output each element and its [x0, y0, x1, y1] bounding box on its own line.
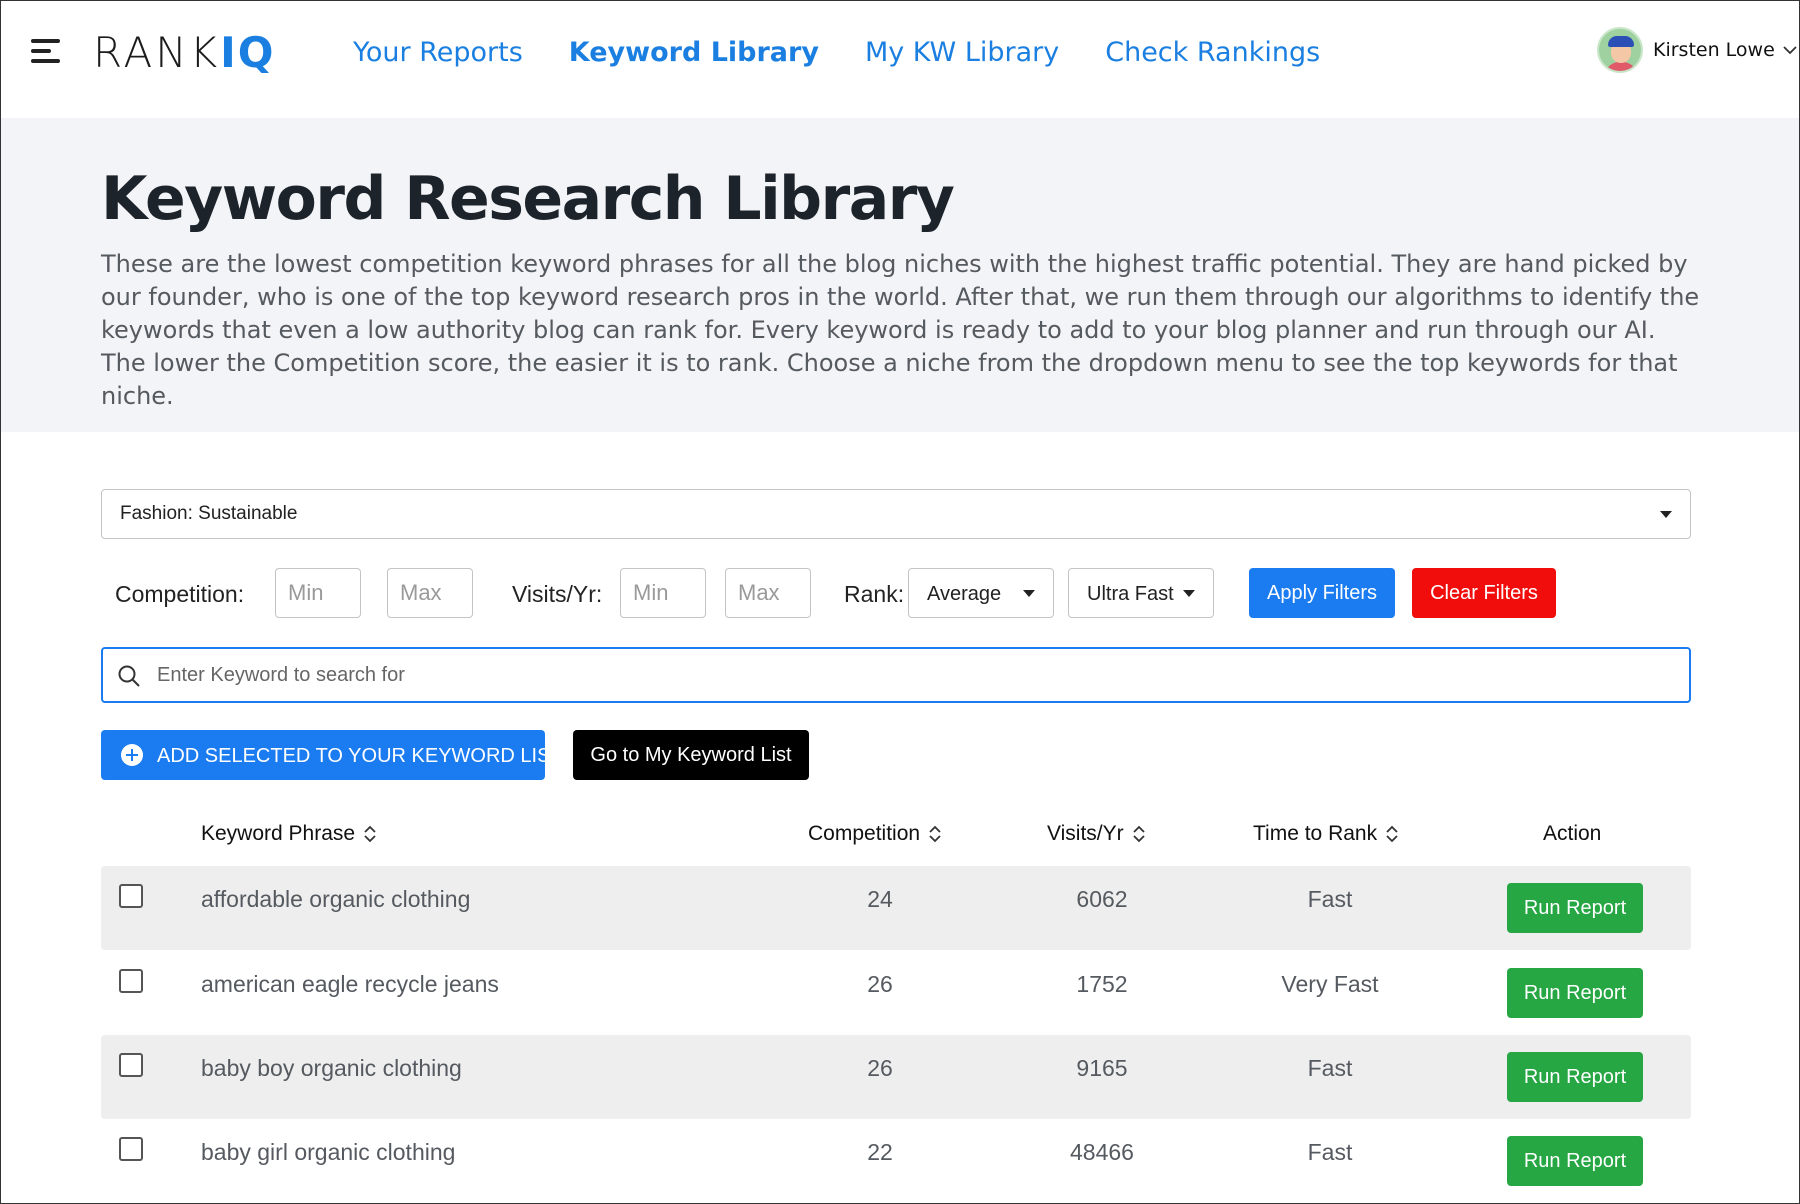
- speed-select-value: Ultra Fast: [1087, 583, 1174, 605]
- page-title: Keyword Research Library: [101, 164, 955, 234]
- user-menu[interactable]: Kirsten Lowe: [1597, 27, 1799, 73]
- keyword-cell: american eagle recycle jeans: [201, 971, 499, 997]
- run-report-button[interactable]: Run Report: [1507, 1052, 1643, 1102]
- rank-select-value: Average: [927, 583, 1002, 605]
- competition-cell: 26: [867, 1055, 893, 1081]
- table-header: Keyword Phrase Competition Visits/Yr Tim…: [101, 807, 1691, 861]
- time-to-rank-cell: Very Fast: [1281, 971, 1379, 997]
- competition-cell: 22: [867, 1139, 893, 1165]
- column-header-label: Action: [1543, 822, 1602, 845]
- visits-max-input[interactable]: [725, 568, 811, 618]
- hamburger-menu-icon[interactable]: [31, 39, 61, 63]
- logo-text: RANK: [93, 27, 221, 77]
- page-description: These are the lowest competition keyword…: [101, 250, 1700, 410]
- main-nav: Your Reports Keyword Library My KW Libra…: [353, 31, 1366, 73]
- run-report-button[interactable]: Run Report: [1507, 883, 1643, 933]
- app-window: RANK IQ Your Reports Keyword Library My …: [0, 0, 1800, 1204]
- avatar: [1597, 27, 1643, 73]
- column-header-action: Action: [1543, 822, 1601, 846]
- table-row: baby boy organic clothing 26 9165 Fast R…: [101, 1035, 1691, 1119]
- user-name: Kirsten Lowe: [1653, 39, 1775, 61]
- time-to-rank-cell: Fast: [1307, 886, 1353, 912]
- search-input[interactable]: [157, 657, 1657, 693]
- rankiq-logo[interactable]: RANK IQ: [93, 27, 276, 77]
- run-report-button[interactable]: Run Report: [1507, 968, 1643, 1018]
- speed-select[interactable]: Ultra Fast: [1068, 568, 1214, 618]
- apply-filters-button[interactable]: Apply Filters: [1249, 568, 1395, 618]
- caret-down-icon: [1660, 511, 1672, 518]
- top-navbar: RANK IQ Your Reports Keyword Library My …: [1, 1, 1799, 118]
- nav-link-my-kw-library[interactable]: My KW Library: [865, 37, 1059, 68]
- visits-cell: 48466: [1070, 1139, 1134, 1165]
- visits-cell: 6062: [1076, 886, 1128, 912]
- column-header-label: Keyword Phrase: [201, 822, 356, 845]
- plus-circle-icon: [121, 744, 143, 766]
- visits-cell: 9165: [1076, 1055, 1128, 1081]
- competition-cell: 26: [867, 971, 893, 997]
- search-icon: [118, 665, 140, 687]
- nav-link-your-reports[interactable]: Your Reports: [353, 37, 523, 68]
- visits-min-input[interactable]: [620, 568, 706, 618]
- column-header-label: Competition: [808, 822, 921, 845]
- column-header-keyword[interactable]: Keyword Phrase: [201, 822, 377, 846]
- sort-icon: [1133, 825, 1145, 843]
- add-selected-label: ADD SELECTED TO YOUR KEYWORD LIST: [157, 745, 563, 767]
- add-selected-button[interactable]: ADD SELECTED TO YOUR KEYWORD LIST: [101, 730, 563, 780]
- keyword-search-box: [101, 647, 1691, 703]
- visits-label: Visits/Yr:: [512, 581, 603, 607]
- column-header-competition[interactable]: Competition: [808, 822, 942, 846]
- keyword-cell: baby boy organic clothing: [201, 1055, 462, 1081]
- time-to-rank-cell: Fast: [1307, 1055, 1353, 1081]
- chevron-down-icon: [1783, 46, 1797, 55]
- column-header-label: Time to Rank: [1253, 822, 1378, 845]
- competition-cell: 24: [867, 886, 893, 912]
- sort-icon: [1386, 825, 1398, 843]
- nav-link-keyword-library[interactable]: Keyword Library: [569, 37, 819, 68]
- niche-select-value: Fashion: Sustainable: [120, 503, 298, 524]
- row-checkbox[interactable]: [119, 1053, 143, 1077]
- hero-section: Keyword Research Library These are the l…: [1, 118, 1799, 432]
- table-row: american eagle recycle jeans 26 1752 Ver…: [101, 951, 1691, 1035]
- time-to-rank-cell: Fast: [1307, 1139, 1353, 1165]
- row-checkbox[interactable]: [119, 969, 143, 993]
- run-report-button[interactable]: Run Report: [1507, 1136, 1643, 1186]
- column-header-time-to-rank[interactable]: Time to Rank: [1253, 822, 1399, 846]
- sort-icon: [929, 825, 941, 843]
- logo-accent: IQ: [220, 27, 276, 77]
- row-checkbox[interactable]: [119, 1137, 143, 1161]
- caret-down-icon: [1023, 590, 1035, 597]
- niche-select[interactable]: Fashion: Sustainable: [101, 489, 1691, 539]
- keyword-cell: affordable organic clothing: [201, 886, 471, 912]
- column-header-label: Visits/Yr: [1047, 822, 1124, 845]
- keyword-cell: baby girl organic clothing: [201, 1139, 456, 1165]
- column-header-visits[interactable]: Visits/Yr: [1047, 822, 1146, 846]
- sort-icon: [364, 825, 376, 843]
- table-row: baby girl organic clothing 22 48466 Fast…: [101, 1119, 1691, 1203]
- caret-down-icon: [1183, 590, 1195, 597]
- rank-select[interactable]: Average: [908, 568, 1054, 618]
- visits-cell: 1752: [1076, 971, 1128, 997]
- competition-max-input[interactable]: [387, 568, 473, 618]
- go-to-keyword-list-button[interactable]: Go to My Keyword List: [573, 730, 809, 780]
- competition-label: Competition:: [115, 581, 245, 607]
- rank-label: Rank:: [844, 581, 905, 607]
- clear-filters-button[interactable]: Clear Filters: [1412, 568, 1556, 618]
- competition-min-input[interactable]: [275, 568, 361, 618]
- nav-link-check-rankings[interactable]: Check Rankings: [1105, 37, 1320, 68]
- row-checkbox[interactable]: [119, 884, 143, 908]
- table-row: affordable organic clothing 24 6062 Fast…: [101, 866, 1691, 950]
